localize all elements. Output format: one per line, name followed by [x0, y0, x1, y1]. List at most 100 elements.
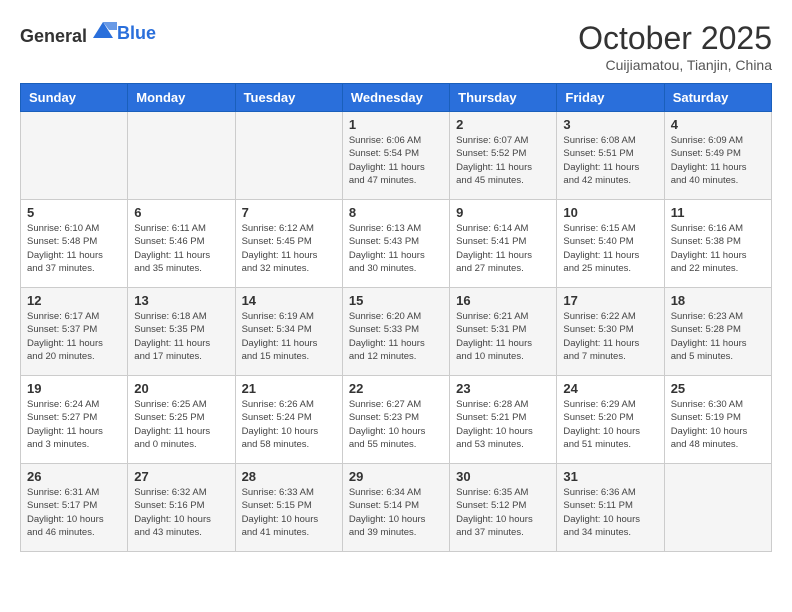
- calendar-cell: 29 Sunrise: 6:34 AMSunset: 5:14 PMDayligh…: [342, 464, 449, 552]
- day-info: Sunrise: 6:12 AMSunset: 5:45 PMDaylight:…: [242, 222, 336, 275]
- day-info: Sunrise: 6:06 AMSunset: 5:54 PMDaylight:…: [349, 134, 443, 187]
- logo-blue: Blue: [117, 23, 156, 43]
- calendar-week-row: 12 Sunrise: 6:17 AMSunset: 5:37 PMDayligh…: [21, 288, 772, 376]
- day-number: 7: [242, 205, 336, 220]
- day-number: 27: [134, 469, 228, 484]
- calendar-cell: 26 Sunrise: 6:31 AMSunset: 5:17 PMDayligh…: [21, 464, 128, 552]
- day-info: Sunrise: 6:20 AMSunset: 5:33 PMDaylight:…: [349, 310, 443, 363]
- calendar-cell: 17 Sunrise: 6:22 AMSunset: 5:30 PMDayligh…: [557, 288, 664, 376]
- day-number: 28: [242, 469, 336, 484]
- day-info: Sunrise: 6:32 AMSunset: 5:16 PMDaylight:…: [134, 486, 228, 539]
- calendar-cell: 15Sunrise: 6:20 AMSunset: 5:33 PMDayligh…: [342, 288, 449, 376]
- day-info: Sunrise: 6:13 AMSunset: 5:43 PMDaylight:…: [349, 222, 443, 275]
- calendar-cell: 14 Sunrise: 6:19 AMSunset: 5:34 PMDayligh…: [235, 288, 342, 376]
- day-info: Sunrise: 6:16 AMSunset: 5:38 PMDaylight:…: [671, 222, 765, 275]
- day-number: 16: [456, 293, 550, 308]
- day-number: 3: [563, 117, 657, 132]
- calendar-cell: 22Sunrise: 6:27 AMSunset: 5:23 PMDayligh…: [342, 376, 449, 464]
- day-number: 5: [27, 205, 121, 220]
- calendar-week-row: 1 Sunrise: 6:06 AMSunset: 5:54 PMDaylight…: [21, 112, 772, 200]
- calendar-cell: 30 Sunrise: 6:35 AMSunset: 5:12 PMDayligh…: [450, 464, 557, 552]
- day-number: 22: [349, 381, 443, 396]
- calendar-cell: 21Sunrise: 6:26 AMSunset: 5:24 PMDayligh…: [235, 376, 342, 464]
- day-number: 1: [349, 117, 443, 132]
- day-number: 8: [349, 205, 443, 220]
- day-header: Wednesday: [342, 84, 449, 112]
- calendar-cell: 31Sunrise: 6:36 AMSunset: 5:11 PMDayligh…: [557, 464, 664, 552]
- day-header: Monday: [128, 84, 235, 112]
- day-info: Sunrise: 6:18 AMSunset: 5:35 PMDaylight:…: [134, 310, 228, 363]
- header-row: SundayMondayTuesdayWednesdayThursdayFrid…: [21, 84, 772, 112]
- day-header: Tuesday: [235, 84, 342, 112]
- location: Cuijiamatou, Tianjin, China: [578, 57, 772, 73]
- day-info: Sunrise: 6:09 AMSunset: 5:49 PMDaylight:…: [671, 134, 765, 187]
- calendar-cell: 23 Sunrise: 6:28 AMSunset: 5:21 PMDayligh…: [450, 376, 557, 464]
- logo: General Blue: [20, 20, 156, 47]
- day-info: Sunrise: 6:08 AMSunset: 5:51 PMDaylight:…: [563, 134, 657, 187]
- day-header: Saturday: [664, 84, 771, 112]
- day-info: Sunrise: 6:14 AMSunset: 5:41 PMDaylight:…: [456, 222, 550, 275]
- day-info: Sunrise: 6:35 AMSunset: 5:12 PMDaylight:…: [456, 486, 550, 539]
- day-info: Sunrise: 6:15 AMSunset: 5:40 PMDaylight:…: [563, 222, 657, 275]
- day-info: Sunrise: 6:31 AMSunset: 5:17 PMDaylight:…: [27, 486, 121, 539]
- calendar-cell: [21, 112, 128, 200]
- day-number: 17: [563, 293, 657, 308]
- day-number: 12: [27, 293, 121, 308]
- day-number: 14: [242, 293, 336, 308]
- calendar-week-row: 26 Sunrise: 6:31 AMSunset: 5:17 PMDayligh…: [21, 464, 772, 552]
- day-info: Sunrise: 6:23 AMSunset: 5:28 PMDaylight:…: [671, 310, 765, 363]
- day-number: 21: [242, 381, 336, 396]
- calendar-table: SundayMondayTuesdayWednesdayThursdayFrid…: [20, 83, 772, 552]
- calendar-cell: 25 Sunrise: 6:30 AMSunset: 5:19 PMDayligh…: [664, 376, 771, 464]
- day-info: Sunrise: 6:34 AMSunset: 5:14 PMDaylight:…: [349, 486, 443, 539]
- day-number: 18: [671, 293, 765, 308]
- day-info: Sunrise: 6:22 AMSunset: 5:30 PMDaylight:…: [563, 310, 657, 363]
- calendar-cell: 1 Sunrise: 6:06 AMSunset: 5:54 PMDaylight…: [342, 112, 449, 200]
- day-number: 25: [671, 381, 765, 396]
- day-info: Sunrise: 6:11 AMSunset: 5:46 PMDaylight:…: [134, 222, 228, 275]
- day-number: 19: [27, 381, 121, 396]
- day-info: Sunrise: 6:19 AMSunset: 5:34 PMDaylight:…: [242, 310, 336, 363]
- calendar-cell: [128, 112, 235, 200]
- day-info: Sunrise: 6:30 AMSunset: 5:19 PMDaylight:…: [671, 398, 765, 451]
- calendar-cell: 4 Sunrise: 6:09 AMSunset: 5:49 PMDaylight…: [664, 112, 771, 200]
- calendar-cell: [235, 112, 342, 200]
- day-info: Sunrise: 6:10 AMSunset: 5:48 PMDaylight:…: [27, 222, 121, 275]
- day-info: Sunrise: 6:25 AMSunset: 5:25 PMDaylight:…: [134, 398, 228, 451]
- day-number: 6: [134, 205, 228, 220]
- page-header: General Blue October 2025 Cuijiamatou, T…: [20, 20, 772, 73]
- calendar-cell: 8 Sunrise: 6:13 AMSunset: 5:43 PMDaylight…: [342, 200, 449, 288]
- logo-icon: [89, 20, 117, 42]
- day-number: 24: [563, 381, 657, 396]
- day-number: 26: [27, 469, 121, 484]
- calendar-week-row: 5 Sunrise: 6:10 AMSunset: 5:48 PMDaylight…: [21, 200, 772, 288]
- day-number: 2: [456, 117, 550, 132]
- day-number: 30: [456, 469, 550, 484]
- day-number: 10: [563, 205, 657, 220]
- calendar-cell: 6 Sunrise: 6:11 AMSunset: 5:46 PMDaylight…: [128, 200, 235, 288]
- day-number: 11: [671, 205, 765, 220]
- day-info: Sunrise: 6:28 AMSunset: 5:21 PMDaylight:…: [456, 398, 550, 451]
- day-header: Friday: [557, 84, 664, 112]
- day-number: 29: [349, 469, 443, 484]
- calendar-cell: 5 Sunrise: 6:10 AMSunset: 5:48 PMDaylight…: [21, 200, 128, 288]
- day-header: Thursday: [450, 84, 557, 112]
- day-info: Sunrise: 6:07 AMSunset: 5:52 PMDaylight:…: [456, 134, 550, 187]
- day-number: 20: [134, 381, 228, 396]
- day-info: Sunrise: 6:17 AMSunset: 5:37 PMDaylight:…: [27, 310, 121, 363]
- calendar-cell: 10 Sunrise: 6:15 AMSunset: 5:40 PMDayligh…: [557, 200, 664, 288]
- day-header: Sunday: [21, 84, 128, 112]
- calendar-cell: 9 Sunrise: 6:14 AMSunset: 5:41 PMDaylight…: [450, 200, 557, 288]
- day-number: 9: [456, 205, 550, 220]
- calendar-cell: [664, 464, 771, 552]
- calendar-cell: 3 Sunrise: 6:08 AMSunset: 5:51 PMDaylight…: [557, 112, 664, 200]
- calendar-week-row: 19Sunrise: 6:24 AMSunset: 5:27 PMDayligh…: [21, 376, 772, 464]
- day-number: 23: [456, 381, 550, 396]
- day-info: Sunrise: 6:33 AMSunset: 5:15 PMDaylight:…: [242, 486, 336, 539]
- calendar-cell: 20 Sunrise: 6:25 AMSunset: 5:25 PMDayligh…: [128, 376, 235, 464]
- month-title: October 2025: [578, 20, 772, 57]
- day-info: Sunrise: 6:29 AMSunset: 5:20 PMDaylight:…: [563, 398, 657, 451]
- day-number: 4: [671, 117, 765, 132]
- calendar-cell: 13Sunrise: 6:18 AMSunset: 5:35 PMDayligh…: [128, 288, 235, 376]
- logo-general: General: [20, 26, 87, 46]
